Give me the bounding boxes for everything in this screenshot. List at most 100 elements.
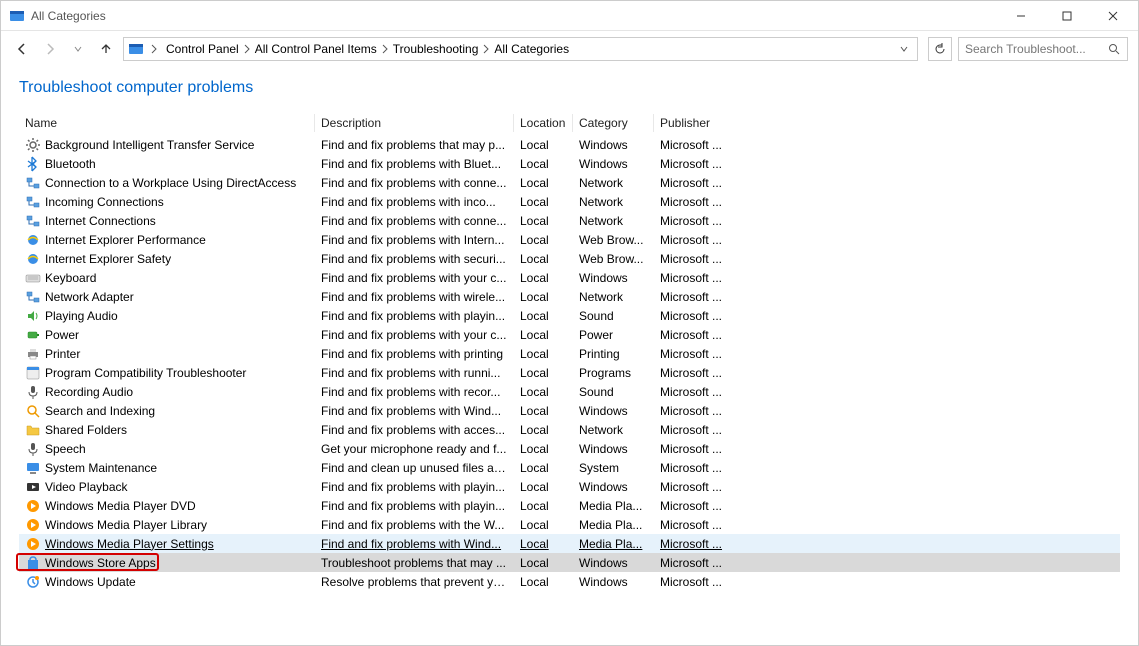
- row-name: Internet Explorer Safety: [45, 252, 171, 266]
- header-name[interactable]: Name: [19, 114, 315, 132]
- row-category: Web Brow...: [573, 252, 654, 266]
- row-category: Windows: [573, 157, 654, 171]
- close-button[interactable]: [1090, 2, 1136, 30]
- nav-row: Control Panel All Control Panel Items Trou…: [1, 31, 1138, 67]
- folder-icon: [25, 422, 41, 438]
- row-category: Windows: [573, 138, 654, 152]
- table-row[interactable]: Incoming ConnectionsFind and fix problem…: [19, 192, 1120, 211]
- row-location: Local: [514, 271, 573, 285]
- row-location: Local: [514, 518, 573, 532]
- address-icon: [128, 41, 144, 57]
- table-row[interactable]: Windows Store AppsTroubleshoot problems …: [19, 553, 1120, 572]
- forward-button[interactable]: [39, 38, 61, 60]
- row-description: Resolve problems that prevent yo...: [315, 575, 514, 589]
- row-location: Local: [514, 328, 573, 342]
- minimize-button[interactable]: [998, 2, 1044, 30]
- maximize-button[interactable]: [1044, 2, 1090, 30]
- network-icon: [25, 289, 41, 305]
- table-row[interactable]: Internet Explorer Safety Find and fix pro…: [19, 249, 1120, 268]
- table-row[interactable]: PowerFind and fix problems with your c..…: [19, 325, 1120, 344]
- row-name: Internet Connections: [45, 214, 156, 228]
- chevron-right-icon[interactable]: [379, 44, 391, 54]
- table-row[interactable]: Network AdapterFind and fix problems wit…: [19, 287, 1120, 306]
- row-publisher: Microsoft ...: [654, 271, 729, 285]
- back-button[interactable]: [11, 38, 33, 60]
- row-category: Sound: [573, 385, 654, 399]
- row-name: Recording Audio: [45, 385, 133, 399]
- row-description: Find and fix problems with recor...: [315, 385, 514, 399]
- address-dropdown-icon[interactable]: [895, 44, 913, 54]
- row-category: Network: [573, 290, 654, 304]
- troubleshooters-list: Name Description Location Category Publi…: [19, 111, 1120, 635]
- recent-dropdown[interactable]: [67, 38, 89, 60]
- breadcrumb-item[interactable]: Troubleshooting: [391, 42, 481, 56]
- row-category: Network: [573, 176, 654, 190]
- refresh-button[interactable]: [928, 37, 952, 61]
- breadcrumb-item[interactable]: All Control Panel Items: [253, 42, 379, 56]
- table-row[interactable]: Video PlaybackFind and fix problems with…: [19, 477, 1120, 496]
- search-input[interactable]: Search Troubleshoot...: [958, 37, 1128, 61]
- row-location: Local: [514, 157, 573, 171]
- row-category: Windows: [573, 556, 654, 570]
- row-description: Find and fix problems with Bluet...: [315, 157, 514, 171]
- row-description: Find and fix problems with conne...: [315, 176, 514, 190]
- app-icon: [9, 8, 25, 24]
- address-bar[interactable]: Control Panel All Control Panel Items Trou…: [123, 37, 918, 61]
- table-row[interactable]: Connection to a Workplace Using DirectAc…: [19, 173, 1120, 192]
- row-publisher: Microsoft ...: [654, 556, 729, 570]
- row-description: Troubleshoot problems that may ...: [315, 556, 514, 570]
- update-icon: [25, 574, 41, 590]
- row-category: Network: [573, 423, 654, 437]
- column-headers: Name Description Location Category Publi…: [19, 111, 1120, 135]
- row-publisher: Microsoft ...: [654, 214, 729, 228]
- row-name: Background Intelligent Transfer Service: [45, 138, 254, 152]
- row-description: Find and fix problems with conne...: [315, 214, 514, 228]
- row-location: Local: [514, 442, 573, 456]
- table-row[interactable]: Internet Connections Find and fix problem…: [19, 211, 1120, 230]
- table-row[interactable]: PrinterFind and fix problems with printi…: [19, 344, 1120, 363]
- table-row[interactable]: Shared FoldersFind and fix problems with…: [19, 420, 1120, 439]
- table-row[interactable]: Windows Media Player DVDFind and fix pro…: [19, 496, 1120, 515]
- table-row[interactable]: System MaintenanceFind and clean up unus…: [19, 458, 1120, 477]
- search-icon: [25, 403, 41, 419]
- table-row[interactable]: KeyboardFind and fix problems with your …: [19, 268, 1120, 287]
- breadcrumb-item[interactable]: Control Panel: [164, 42, 241, 56]
- up-button[interactable]: [95, 38, 117, 60]
- header-description[interactable]: Description: [315, 114, 514, 132]
- row-description: Find and fix problems with your c...: [315, 328, 514, 342]
- table-row[interactable]: Program Compatibility TroubleshooterFind…: [19, 363, 1120, 382]
- row-name: Playing Audio: [45, 309, 118, 323]
- chevron-right-icon[interactable]: [148, 44, 160, 54]
- row-category: Windows: [573, 271, 654, 285]
- row-location: Local: [514, 404, 573, 418]
- row-name: Printer: [45, 347, 80, 361]
- wmp-icon: [25, 536, 41, 552]
- table-row[interactable]: Playing AudioFind and fix problems with …: [19, 306, 1120, 325]
- row-description: Find and fix problems with securi...: [315, 252, 514, 266]
- row-name: Shared Folders: [45, 423, 127, 437]
- chevron-right-icon[interactable]: [241, 44, 253, 54]
- table-row[interactable]: Recording Audio Find and fix problems wit…: [19, 382, 1120, 401]
- table-row[interactable]: Windows Media Player LibraryFind and fix…: [19, 515, 1120, 534]
- row-category: Network: [573, 214, 654, 228]
- row-publisher: Microsoft ...: [654, 499, 729, 513]
- header-category[interactable]: Category: [573, 114, 654, 132]
- row-category: Media Pla...: [573, 537, 654, 551]
- chevron-right-icon[interactable]: [480, 44, 492, 54]
- table-row[interactable]: Search and IndexingFind and fix problems…: [19, 401, 1120, 420]
- row-description: Find and fix problems with wirele...: [315, 290, 514, 304]
- breadcrumb-item[interactable]: All Categories: [492, 42, 571, 56]
- row-name: Video Playback: [45, 480, 128, 494]
- table-row[interactable]: Windows Media Player SettingsFind and fi…: [19, 534, 1120, 553]
- mic-icon: [25, 441, 41, 457]
- network-icon: [25, 194, 41, 210]
- header-publisher[interactable]: Publisher: [654, 114, 729, 132]
- wmp-icon: [25, 498, 41, 514]
- table-row[interactable]: SpeechGet your microphone ready and f...…: [19, 439, 1120, 458]
- table-row[interactable]: Internet Explorer PerformanceFind and fi…: [19, 230, 1120, 249]
- table-row[interactable]: Background Intelligent Transfer ServiceF…: [19, 135, 1120, 154]
- table-row[interactable]: BluetoothFind and fix problems with Blue…: [19, 154, 1120, 173]
- header-location[interactable]: Location: [514, 114, 573, 132]
- table-row[interactable]: Windows UpdateResolve problems that prev…: [19, 572, 1120, 591]
- row-category: Windows: [573, 442, 654, 456]
